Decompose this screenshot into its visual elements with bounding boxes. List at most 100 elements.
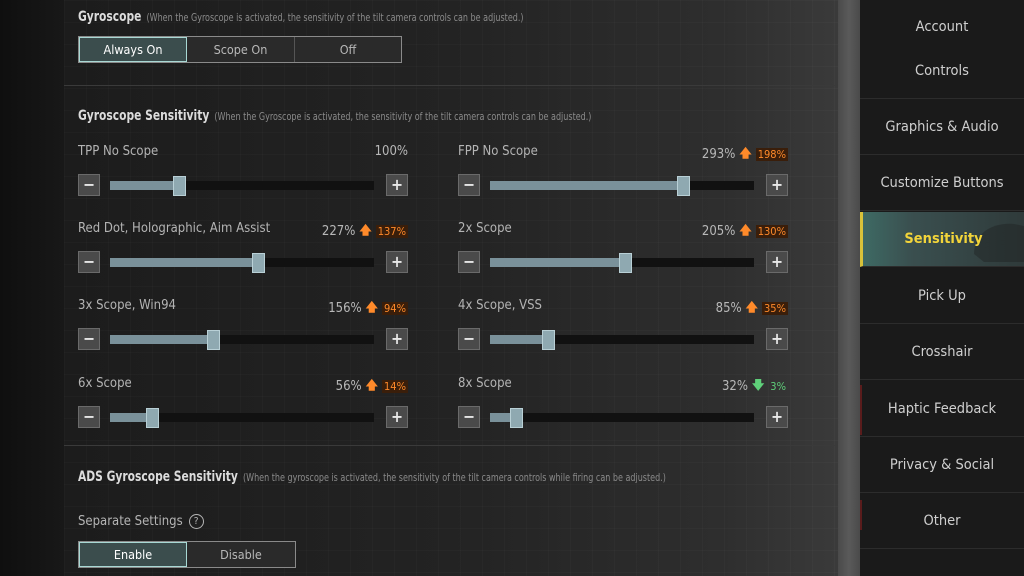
slider-label: 3x Scope, Win94 [78, 298, 176, 313]
slider-value-text: 32% [721, 379, 748, 394]
sensitivity-delta: 14% [382, 380, 408, 393]
left-gutter [0, 0, 64, 576]
slider-red-dot-holographic-aim-assist: Red Dot, Holographic, Aim Assist 227% 🡅 137… [78, 221, 408, 281]
slider-thumb[interactable] [172, 176, 186, 196]
slider-fill [490, 181, 683, 190]
slider-label: TPP No Scope [78, 144, 159, 159]
increase-button[interactable]: + [766, 251, 788, 273]
section-divider [64, 445, 838, 446]
slider-track[interactable] [110, 176, 374, 196]
slider-fill [110, 181, 179, 190]
slider-thumb[interactable] [206, 330, 220, 350]
arrow-up-icon: 🡅 [359, 223, 372, 237]
nav-item-pick-up[interactable]: Pick Up [860, 269, 1024, 324]
nav-item-other[interactable]: Other [860, 494, 1024, 549]
slider-value-text: 85% [715, 301, 742, 316]
ads-hint: (When the gyroscope is activated, the se… [243, 472, 666, 484]
slider-label: 6x Scope [78, 376, 132, 391]
increase-button[interactable]: + [766, 174, 788, 196]
ads-title: ADS Gyroscope Sensitivity [78, 469, 238, 485]
decrease-button[interactable]: − [78, 406, 100, 428]
gyro-sensitivity-section-title: Gyroscope Sensitivity (When the Gyroscope… [78, 108, 591, 124]
slider-track[interactable] [490, 253, 754, 273]
arrow-up-icon: 🡅 [739, 223, 752, 237]
slider-fill [490, 335, 549, 344]
slider-track[interactable] [490, 176, 754, 196]
decrease-button[interactable]: − [78, 328, 100, 350]
help-icon[interactable]: ? [188, 514, 204, 529]
slider-value: 156% 🡅 94% [328, 298, 408, 319]
separate-settings-label: Separate Settings [78, 514, 183, 529]
arrow-up-icon: 🡅 [745, 300, 758, 314]
nav-item-sensitivity[interactable]: Sensitivity [860, 212, 1024, 267]
slider-value: 32% 🡇 3% [722, 376, 788, 397]
slider-value: 100% [375, 144, 408, 159]
increase-button[interactable]: + [766, 406, 788, 428]
nav-item-graphics-audio[interactable]: Graphics & Audio [860, 100, 1024, 155]
gyro-sensitivity-title: Gyroscope Sensitivity [78, 108, 210, 124]
sensitivity-delta: 3% [770, 380, 786, 393]
slider-value: 293% 🡅 198% [702, 144, 788, 165]
slider-value-text: 205% [701, 224, 736, 239]
gyroscope-hint: (When the Gyroscope is activated, the se… [146, 12, 524, 24]
increase-button[interactable]: + [386, 406, 408, 428]
increase-button[interactable]: + [386, 251, 408, 273]
slider-6x-scope: 6x Scope 56% 🡅 14% − + [78, 376, 408, 436]
sensitivity-delta: 130% [755, 225, 788, 238]
slider-value-text: 56% [335, 379, 362, 394]
sensitivity-delta: 94% [382, 302, 408, 315]
decrease-button[interactable]: − [458, 251, 480, 273]
slider-track[interactable] [110, 253, 374, 273]
slider-track[interactable] [110, 408, 374, 428]
slider-tpp-no-scope: TPP No Scope 100% − + [78, 144, 408, 204]
slider-thumb[interactable] [676, 176, 690, 196]
nav-item-controls[interactable]: Controls [860, 44, 1024, 99]
increase-button[interactable]: + [386, 328, 408, 350]
slider-thumb[interactable] [542, 330, 556, 350]
slider-fill [110, 258, 258, 267]
section-divider [64, 85, 838, 86]
slider-label: 4x Scope, VSS [458, 298, 542, 313]
sensitivity-delta: 137% [375, 225, 408, 238]
slider-thumb[interactable] [618, 253, 632, 273]
slider-track[interactable] [490, 330, 754, 350]
slider-value-text: 156% [328, 301, 362, 316]
slider-value: 227% 🡅 137% [322, 221, 408, 242]
nav-item-privacy-social[interactable]: Privacy & Social [860, 438, 1024, 493]
settings-nav: Account Controls Graphics & Audio Custom… [860, 0, 1024, 576]
decrease-button[interactable]: − [458, 406, 480, 428]
decrease-button[interactable]: − [78, 174, 100, 196]
nav-accent-line [860, 500, 862, 530]
nav-item-crosshair[interactable]: Crosshair [860, 325, 1024, 380]
slider-value: 85% 🡅 35% [716, 298, 788, 319]
slider-thumb[interactable] [251, 253, 265, 273]
slider-value-text: 227% [321, 224, 356, 239]
decrease-button[interactable]: − [458, 328, 480, 350]
separate-option-disable[interactable]: Disable [187, 542, 295, 567]
slider-fpp-no-scope: FPP No Scope 293% 🡅 198% − + [458, 144, 788, 204]
separate-option-enable[interactable]: Enable [79, 542, 187, 567]
gyroscope-option-off[interactable]: Off [295, 37, 401, 62]
gyroscope-option-scope-on[interactable]: Scope On [187, 37, 295, 62]
arrow-up-icon: 🡅 [365, 378, 378, 392]
increase-button[interactable]: + [386, 174, 408, 196]
ads-section-title: ADS Gyroscope Sensitivity (When the gyros… [78, 469, 666, 485]
slider-value-text: 293% [701, 147, 736, 162]
gyroscope-option-always-on[interactable]: Always On [79, 37, 187, 62]
increase-button[interactable]: + [766, 328, 788, 350]
nav-item-customize-buttons[interactable]: Customize Buttons [860, 156, 1024, 211]
gyroscope-title: Gyroscope [78, 9, 142, 25]
separate-settings-row: Separate Settings ? [78, 514, 204, 529]
slider-track[interactable] [110, 330, 374, 350]
nav-accent-line [860, 385, 862, 435]
arrow-up-icon: 🡅 [739, 146, 752, 160]
slider-2x-scope: 2x Scope 205% 🡅 130% − + [458, 221, 788, 281]
separate-settings-selector: Enable Disable [78, 541, 296, 568]
decrease-button[interactable]: − [458, 174, 480, 196]
nav-item-sensitivity-label: Sensitivity [904, 231, 983, 247]
decrease-button[interactable]: − [78, 251, 100, 273]
slider-track[interactable] [490, 408, 754, 428]
nav-item-haptic-feedback[interactable]: Haptic Feedback [860, 382, 1024, 437]
slider-thumb[interactable] [146, 408, 160, 428]
slider-thumb[interactable] [510, 408, 524, 428]
